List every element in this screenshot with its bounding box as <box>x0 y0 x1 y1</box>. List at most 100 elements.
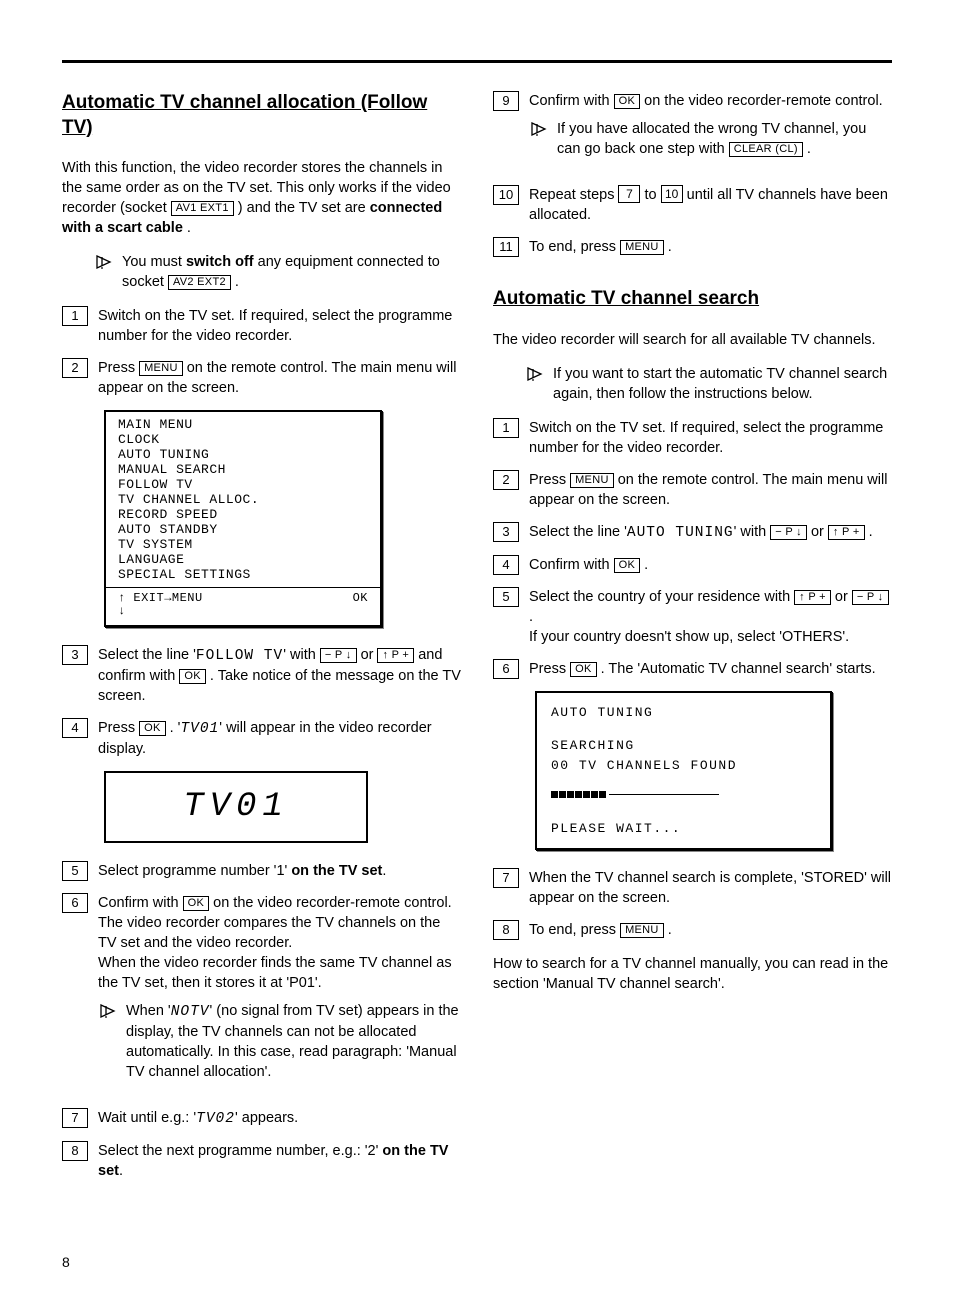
step-number: 5 <box>493 587 519 607</box>
mono: FOLLOW TV <box>196 648 283 664</box>
t: Press <box>98 720 139 736</box>
step-body: Switch on the TV set. If required, selec… <box>98 306 461 346</box>
step-body: Switch on the TV set. If required, selec… <box>529 418 892 458</box>
osd-stat-right: OK <box>353 592 368 606</box>
tip-icon <box>94 253 114 271</box>
t: To end, press <box>529 239 620 255</box>
ok-label: OK <box>139 721 166 736</box>
step-body: To end, press MENU . <box>529 920 892 940</box>
heading-follow-tv: Automatic TV channel allocation (Follow … <box>62 91 461 140</box>
intro-text-b: ) and the TV set are <box>238 200 370 216</box>
search-step-5: 5 Select the country of your residence w… <box>493 587 892 647</box>
t: Select programme number '1' <box>98 863 291 879</box>
p-down-label: − P ↓ <box>770 525 807 540</box>
osd-line: TV SYSTEM <box>118 538 368 553</box>
tip-body: If you have allocated the wrong TV chann… <box>557 119 892 159</box>
p-up-label: ↑ P + <box>828 525 865 540</box>
step-number: 6 <box>493 659 519 679</box>
t: To end, press <box>529 922 620 938</box>
ok-label: OK <box>179 669 206 684</box>
t: on the video recorder-remote control. <box>644 93 883 109</box>
t: Select the line ' <box>98 647 196 663</box>
seg-text: TV01 <box>180 721 219 737</box>
ref-step-10: 10 <box>661 185 683 203</box>
t: . <box>529 609 533 625</box>
search-step-3: 3 Select the line 'AUTO TUNING' with − P… <box>493 522 892 543</box>
tip-body: You must switch off any equipment connec… <box>122 252 461 292</box>
osd-auto-tuning: AUTO TUNING SEARCHING 00 TV CHANNELS FOU… <box>535 691 832 851</box>
osd-line: AUTO STANDBY <box>118 523 368 538</box>
osd-line: SEARCHING <box>551 736 816 756</box>
t: . <box>668 922 672 938</box>
heading-auto-search: Automatic TV channel search <box>493 287 892 312</box>
t: Confirm with <box>529 557 614 573</box>
step-body: Press OK . 'TV01' will appear in the vid… <box>98 718 461 759</box>
page-number: 8 <box>62 1253 892 1272</box>
step-number: 6 <box>62 893 88 913</box>
step-number: 1 <box>62 306 88 326</box>
step-body: Repeat steps 7 to 10 until all TV channe… <box>529 185 892 225</box>
t: Press <box>529 472 570 488</box>
step-body: Select the next programme number, e.g.: … <box>98 1141 461 1181</box>
t: Select the next programme number, e.g.: … <box>98 1143 382 1159</box>
intro-text-c: . <box>187 220 191 236</box>
p-down-label: − P ↓ <box>852 590 889 605</box>
step-body: Confirm with OK . <box>529 555 892 575</box>
two-column-layout: Automatic TV channel allocation (Follow … <box>62 91 892 1193</box>
mono: AUTO TUNING <box>627 525 734 541</box>
step-5: 5 Select programme number '1' on the TV … <box>62 861 461 881</box>
osd-line: PLEASE WAIT... <box>551 819 816 839</box>
ok-label: OK <box>570 662 597 677</box>
step-10: 10 Repeat steps 7 to 10 until all TV cha… <box>493 185 892 225</box>
osd-line: SPECIAL SETTINGS <box>118 568 368 583</box>
step-body: Select the country of your residence wit… <box>529 587 892 647</box>
step-number: 2 <box>493 470 519 490</box>
step-body: Press OK . The 'Automatic TV channel sea… <box>529 659 892 679</box>
step-number: 8 <box>493 920 519 940</box>
osd-main-menu: MAIN MENU CLOCK AUTO TUNING MANUAL SEARC… <box>104 410 382 627</box>
left-column: Automatic TV channel allocation (Follow … <box>62 91 461 1193</box>
seg-text: TV02 <box>196 1111 235 1127</box>
osd-line: LANGUAGE <box>118 553 368 568</box>
t: Wait until e.g.: ' <box>98 1110 196 1126</box>
step-number: 3 <box>493 522 519 542</box>
osd-line: TV CHANNEL ALLOC. <box>118 493 368 508</box>
tip-icon <box>98 1002 118 1020</box>
step-2: 2 Press MENU on the remote control. The … <box>62 358 461 398</box>
step-number: 8 <box>62 1141 88 1161</box>
osd-line: AUTO TUNING <box>118 448 368 463</box>
search-step-6: 6 Press OK . The 'Automatic TV channel s… <box>493 659 892 679</box>
t: . <box>644 557 648 573</box>
search-step-7: 7 When the TV channel search is complete… <box>493 868 892 908</box>
osd-stat-down: ↓ <box>118 605 368 619</box>
top-rule <box>62 60 892 63</box>
t: . <box>807 141 811 157</box>
seg-text: NOTV <box>171 1004 210 1020</box>
step-body: When the TV channel search is complete, … <box>529 868 892 908</box>
t: . The 'Automatic TV channel search' star… <box>601 661 876 677</box>
menu-button-label: MENU <box>620 923 664 938</box>
t: ' with <box>283 647 320 663</box>
t: Select the country of your residence wit… <box>529 589 794 605</box>
clear-button-label: CLEAR (CL) <box>729 142 803 157</box>
step-number: 1 <box>493 418 519 438</box>
t: If you have allocated the wrong TV chann… <box>557 121 866 157</box>
t: . <box>668 239 672 255</box>
search-step-4: 4 Confirm with OK . <box>493 555 892 575</box>
step-body: Press MENU on the remote control. The ma… <box>529 470 892 510</box>
t: Press <box>529 661 570 677</box>
p-up-label: ↑ P + <box>794 590 831 605</box>
intro-paragraph: With this function, the video recorder s… <box>62 158 461 238</box>
t: Confirm with <box>98 895 183 911</box>
av2-ext2-label: AV2 EXT2 <box>168 275 231 290</box>
step-9: 9 Confirm with OK on the video recorder-… <box>493 91 892 173</box>
t: . <box>869 524 873 540</box>
tip1-a: You must <box>122 254 186 270</box>
t: Press <box>98 360 139 376</box>
tip-switch-off: You must switch off any equipment connec… <box>94 252 461 292</box>
t: Confirm with <box>529 93 614 109</box>
ok-label: OK <box>614 558 641 573</box>
step-6: 6 Confirm with OK on the video recorder-… <box>62 893 461 1096</box>
tip-body: If you want to start the automatic TV ch… <box>553 364 892 404</box>
av1-ext1-label: AV1 EXT1 <box>171 201 234 216</box>
